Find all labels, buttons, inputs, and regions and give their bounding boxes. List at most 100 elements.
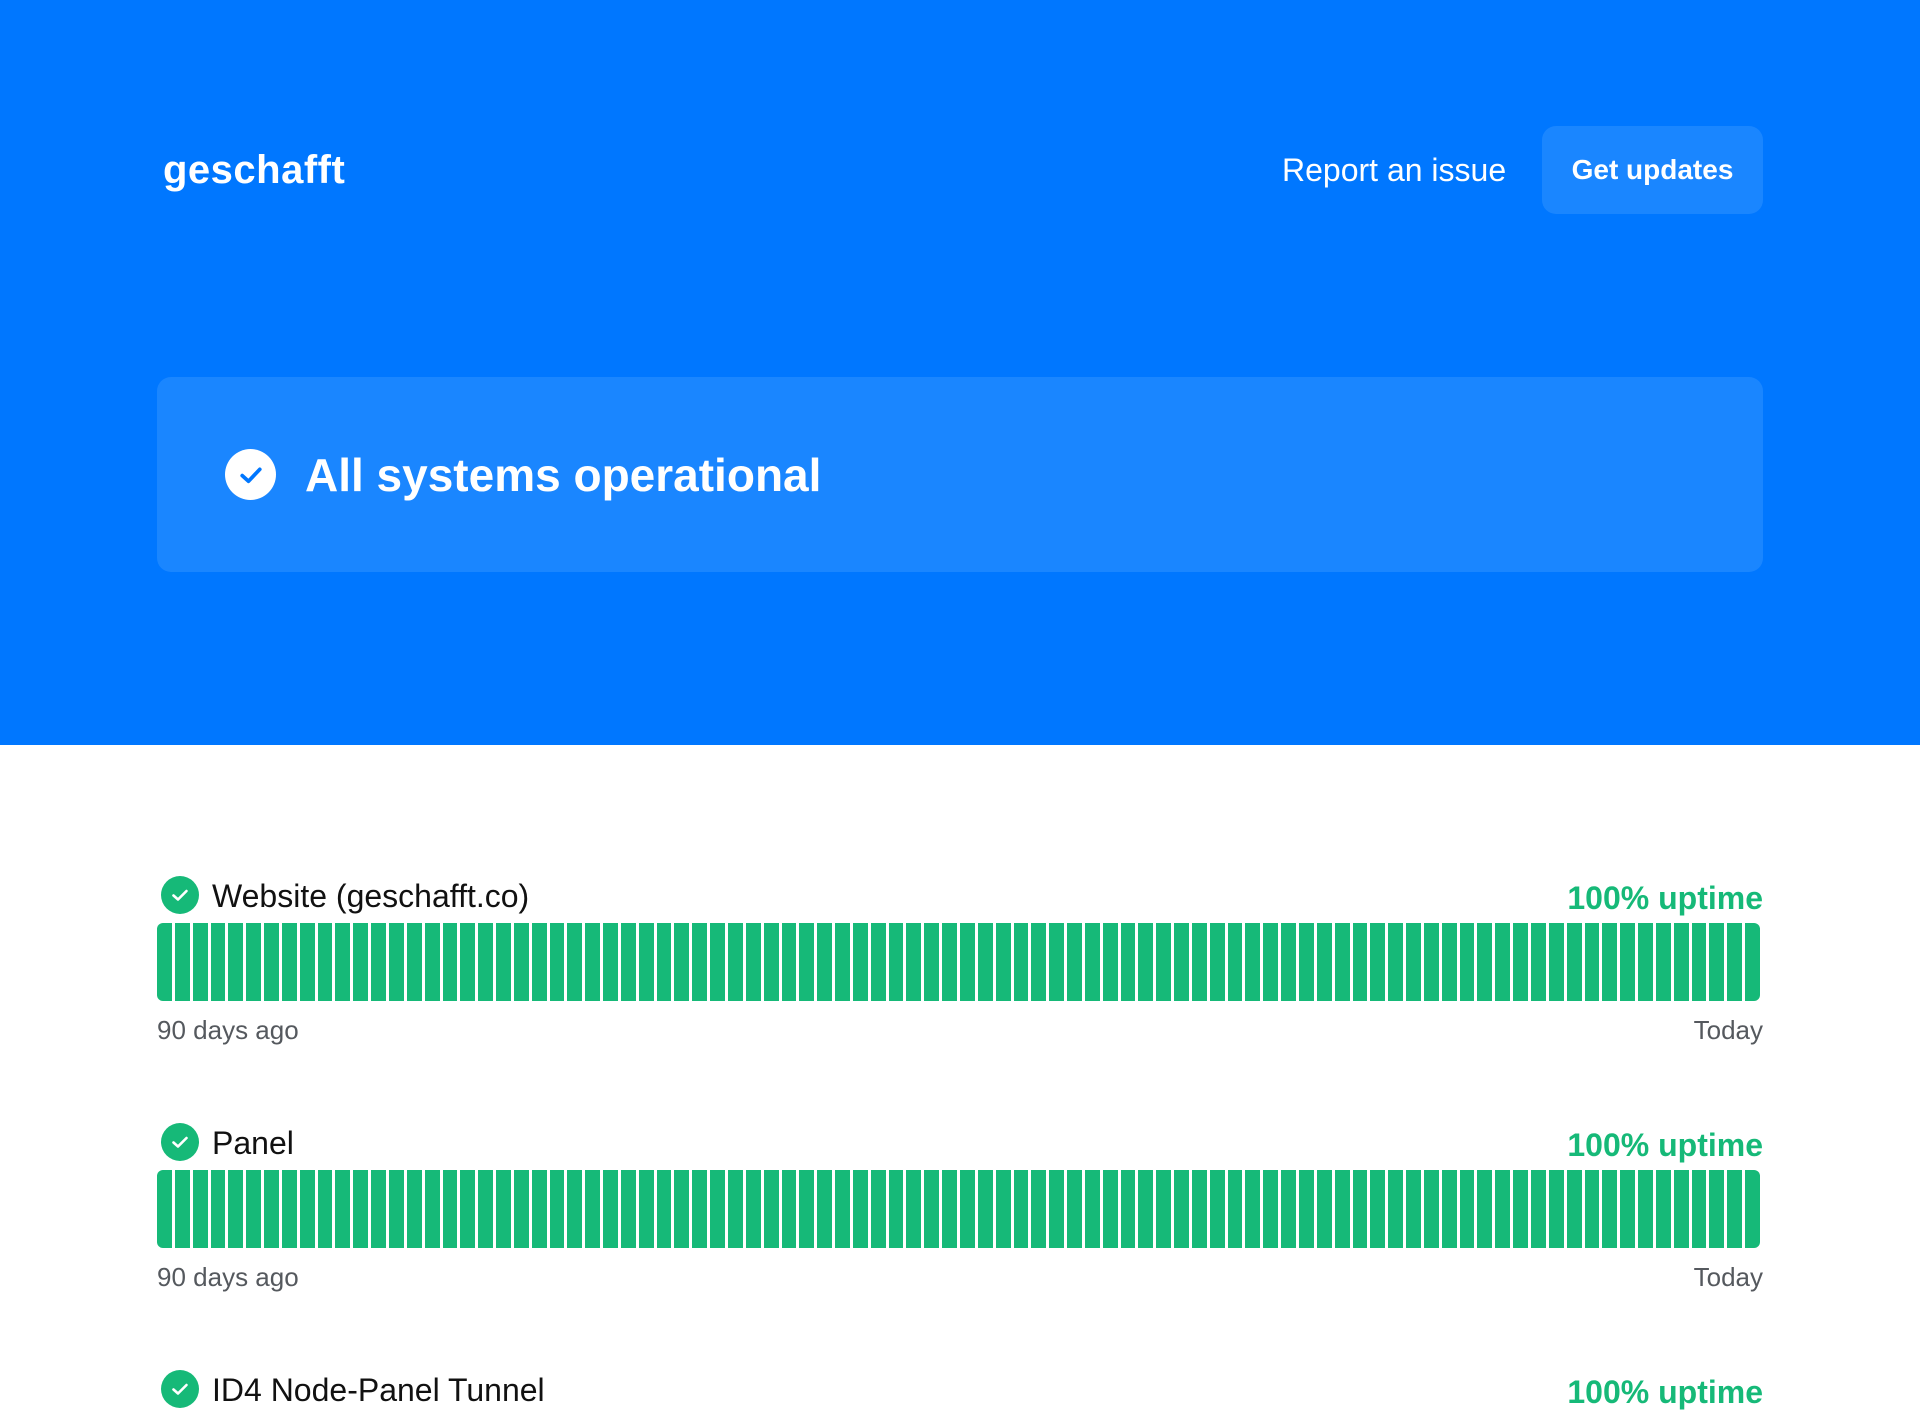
uptime-day-bar[interactable] (603, 923, 618, 1001)
uptime-day-bar[interactable] (1299, 923, 1314, 1001)
uptime-day-bar[interactable] (1174, 923, 1189, 1001)
uptime-day-bar[interactable] (174, 1170, 190, 1248)
uptime-day-bar[interactable] (228, 923, 244, 1001)
uptime-day-bar[interactable] (924, 923, 940, 1001)
uptime-day-bar[interactable] (585, 1170, 601, 1248)
uptime-day-bar[interactable] (1709, 1170, 1725, 1248)
uptime-day-bar[interactable] (335, 1170, 351, 1248)
uptime-day-bar[interactable] (353, 923, 369, 1001)
uptime-day-bar[interactable] (1513, 923, 1528, 1001)
uptime-day-bar[interactable] (1334, 923, 1350, 1001)
uptime-day-bar[interactable] (317, 923, 333, 1001)
uptime-day-bar[interactable] (192, 923, 208, 1001)
uptime-day-bar[interactable] (1691, 923, 1707, 1001)
uptime-day-bar[interactable] (728, 923, 743, 1001)
uptime-day-bar[interactable] (1495, 1170, 1511, 1248)
uptime-day-bar[interactable] (281, 1170, 297, 1248)
uptime-day-bar[interactable] (388, 1170, 404, 1248)
uptime-day-bar[interactable] (1263, 923, 1279, 1001)
uptime-day-bar[interactable] (995, 923, 1011, 1001)
uptime-day-bar[interactable] (1156, 1170, 1172, 1248)
uptime-day-bar[interactable] (692, 923, 708, 1001)
uptime-day-bar[interactable] (1334, 1170, 1350, 1248)
uptime-day-bar[interactable] (745, 1170, 761, 1248)
uptime-day-bar[interactable] (1584, 923, 1600, 1001)
uptime-day-bar[interactable] (870, 1170, 886, 1248)
uptime-day-bar[interactable] (1245, 1170, 1261, 1248)
uptime-day-bar[interactable] (1530, 1170, 1546, 1248)
uptime-day-bar[interactable] (1584, 1170, 1600, 1248)
uptime-day-bar[interactable] (1281, 1170, 1296, 1248)
uptime-day-bar[interactable] (1370, 923, 1386, 1001)
uptime-day-bar[interactable] (870, 923, 886, 1001)
uptime-day-bar[interactable] (745, 923, 761, 1001)
uptime-day-bar[interactable] (1673, 1170, 1689, 1248)
uptime-day-bar[interactable] (1548, 923, 1564, 1001)
uptime-day-bar[interactable] (781, 923, 797, 1001)
uptime-day-bar[interactable] (1459, 1170, 1475, 1248)
uptime-day-bar[interactable] (1495, 923, 1511, 1001)
uptime-day-bar[interactable] (763, 923, 779, 1001)
uptime-day-bar[interactable] (1316, 923, 1332, 1001)
uptime-day-bar[interactable] (817, 1170, 833, 1248)
uptime-day-bar[interactable] (1191, 923, 1207, 1001)
uptime-day-bar[interactable] (388, 923, 404, 1001)
uptime-day-bar[interactable] (1727, 1170, 1743, 1248)
uptime-day-bar[interactable] (1138, 1170, 1154, 1248)
uptime-day-bar[interactable] (1388, 923, 1404, 1001)
uptime-day-bar[interactable] (1406, 1170, 1421, 1248)
uptime-day-bar[interactable] (228, 1170, 244, 1248)
uptime-day-bar[interactable] (1245, 923, 1261, 1001)
uptime-day-bar[interactable] (835, 1170, 850, 1248)
uptime-day-bar[interactable] (1477, 923, 1493, 1001)
uptime-day-bar[interactable] (1727, 923, 1743, 1001)
uptime-day-bar[interactable] (674, 1170, 690, 1248)
uptime-day-bar[interactable] (210, 923, 226, 1001)
uptime-day-bar[interactable] (1638, 1170, 1653, 1248)
uptime-day-bar[interactable] (371, 1170, 386, 1248)
uptime-day-bar[interactable] (371, 923, 386, 1001)
uptime-day-bar[interactable] (1459, 923, 1475, 1001)
uptime-day-bar[interactable] (1745, 1170, 1760, 1248)
uptime-day-bar[interactable] (942, 1170, 957, 1248)
uptime-day-bar[interactable] (1352, 923, 1368, 1001)
uptime-day-bar[interactable] (246, 923, 262, 1001)
uptime-day-bar[interactable] (656, 1170, 672, 1248)
uptime-day-bar[interactable] (835, 923, 850, 1001)
uptime-day-bar[interactable] (1031, 923, 1047, 1001)
uptime-day-bar[interactable] (692, 1170, 708, 1248)
uptime-day-bar[interactable] (442, 923, 458, 1001)
uptime-day-bar[interactable] (906, 1170, 922, 1248)
uptime-day-bar[interactable] (1530, 923, 1546, 1001)
uptime-day-bar[interactable] (424, 1170, 440, 1248)
uptime-day-bar[interactable] (710, 923, 725, 1001)
uptime-day-bar[interactable] (157, 923, 172, 1001)
uptime-day-bar[interactable] (192, 1170, 208, 1248)
uptime-day-bar[interactable] (674, 923, 690, 1001)
uptime-day-bar[interactable] (424, 923, 440, 1001)
uptime-day-bar[interactable] (1566, 923, 1582, 1001)
uptime-day-bar[interactable] (1566, 1170, 1582, 1248)
uptime-day-bar[interactable] (1709, 923, 1725, 1001)
uptime-day-bar[interactable] (977, 1170, 993, 1248)
uptime-day-bar[interactable] (959, 923, 975, 1001)
get-updates-button[interactable]: Get updates (1542, 126, 1763, 214)
uptime-day-bar[interactable] (995, 1170, 1011, 1248)
uptime-day-bar[interactable] (817, 923, 833, 1001)
uptime-day-bar[interactable] (1423, 1170, 1439, 1248)
uptime-day-bar[interactable] (710, 1170, 725, 1248)
uptime-day-bar[interactable] (460, 923, 476, 1001)
uptime-day-bar[interactable] (478, 1170, 494, 1248)
uptime-day-bar[interactable] (1227, 1170, 1243, 1248)
uptime-day-bar[interactable] (959, 1170, 975, 1248)
uptime-day-bar[interactable] (620, 1170, 636, 1248)
uptime-day-bar[interactable] (1602, 1170, 1618, 1248)
uptime-day-bar[interactable] (852, 1170, 868, 1248)
uptime-day-bar[interactable] (442, 1170, 458, 1248)
uptime-day-bar[interactable] (656, 923, 672, 1001)
uptime-day-bar[interactable] (888, 923, 904, 1001)
uptime-day-bar[interactable] (1316, 1170, 1332, 1248)
uptime-day-bar[interactable] (246, 1170, 262, 1248)
uptime-day-bar[interactable] (1620, 1170, 1636, 1248)
uptime-day-bar[interactable] (264, 923, 279, 1001)
